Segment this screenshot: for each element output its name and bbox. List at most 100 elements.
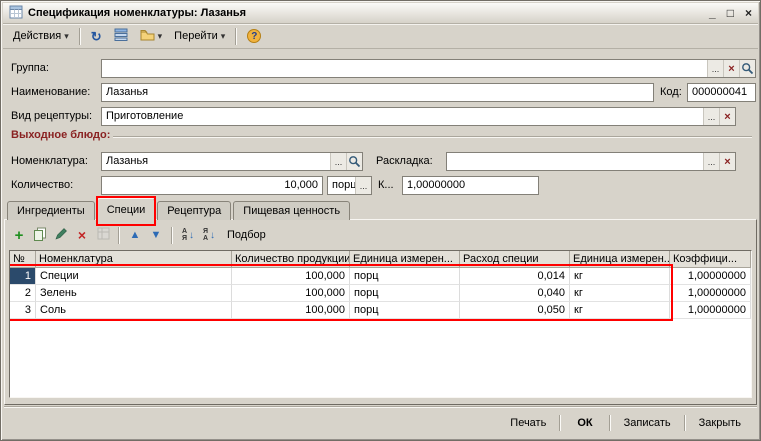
table-cell[interactable]: 1,00000000 [670, 268, 751, 285]
goto-button[interactable]: Перейти ▾ [168, 26, 231, 47]
column-header-nomenclature: Номенклатура [36, 251, 232, 268]
save-button[interactable]: Записать [613, 413, 682, 433]
group-field[interactable]: ... × [101, 59, 756, 78]
table-cell[interactable]: кг [570, 285, 670, 302]
table-cell[interactable]: 1,00000000 [670, 302, 751, 319]
footer-divider [4, 406, 757, 408]
tab-recipe[interactable]: Рецептура [157, 201, 231, 220]
close-button[interactable]: Закрыть [688, 413, 752, 433]
structure-button[interactable] [108, 26, 134, 47]
specification-window: Спецификация номенклатуры: Лазанья _ □ ×… [0, 0, 761, 441]
choose-button[interactable]: ... [330, 153, 346, 170]
table-cell[interactable]: Соль [36, 302, 232, 319]
reread-icon: ↻ [91, 30, 102, 43]
button-separator [684, 415, 686, 431]
sort-asc-button[interactable]: АЯ ↓ [178, 225, 198, 245]
table-cell[interactable]: кг [570, 302, 670, 319]
sort-desc-button[interactable]: ЯА ↓ [199, 225, 219, 245]
section-divider [113, 136, 752, 138]
coefficient-label: К... [378, 176, 394, 195]
structure-icon [114, 28, 128, 44]
recipe-type-field[interactable]: Приготовление ... × [101, 107, 736, 126]
delete-icon: × [78, 228, 86, 242]
table-cell[interactable]: 100,000 [232, 285, 350, 302]
nomenclature-field[interactable]: Лазанья ... [101, 152, 363, 171]
table-cell[interactable]: Зелень [36, 285, 232, 302]
copy-icon [33, 227, 47, 244]
tab-ingredients[interactable]: Ингредиенты [7, 201, 95, 220]
table-cell[interactable]: 0,040 [460, 285, 570, 302]
choose-button[interactable]: ... [355, 177, 371, 194]
table-cell[interactable]: 1,00000000 [670, 285, 751, 302]
code-label: Код: [660, 83, 682, 102]
add-row-button[interactable]: + [9, 225, 29, 245]
recipe-type-label: Вид рецептуры: [11, 107, 92, 126]
code-field[interactable]: 000000041 [687, 83, 756, 102]
table-cell[interactable]: кг [570, 268, 670, 285]
reread-button[interactable]: ↻ [85, 26, 108, 47]
clear-icon[interactable]: × [719, 153, 735, 170]
maximize-icon[interactable]: □ [727, 6, 734, 20]
sort-desc-icon: ЯА [203, 228, 208, 242]
output-dish-section-label: Выходное блюдо: [11, 129, 110, 141]
choose-button[interactable]: ... [703, 153, 719, 170]
open-form-button[interactable]: ▾ [134, 26, 169, 47]
minimize-icon[interactable]: _ [709, 6, 716, 20]
chevron-down-icon: ▾ [64, 31, 69, 42]
add-copy-button[interactable] [30, 225, 50, 245]
end-edit-button[interactable] [93, 225, 113, 245]
table-cell[interactable]: порц [350, 302, 460, 319]
table-cell[interactable]: Специи [36, 268, 232, 285]
table-cell[interactable]: 100,000 [232, 302, 350, 319]
choose-button[interactable]: ... [707, 60, 723, 77]
choose-button[interactable]: ... [703, 108, 719, 125]
clear-icon[interactable]: × [719, 108, 735, 125]
unit-field[interactable]: порц ... [327, 176, 372, 195]
podbor-button[interactable]: Подбор [220, 225, 273, 245]
help-button[interactable]: ? [241, 26, 267, 47]
grid-icon [97, 227, 110, 243]
table-cell[interactable]: 2 [10, 285, 36, 302]
quantity-field[interactable]: 10,000 [101, 176, 323, 195]
edit-row-button[interactable] [51, 225, 71, 245]
window-icon [9, 5, 23, 22]
tab-nutrition[interactable]: Пищевая ценность [233, 201, 350, 220]
print-button[interactable]: Печать [499, 413, 557, 433]
window-title: Спецификация номенклатуры: Лазанья [28, 7, 704, 19]
move-up-button[interactable]: ▲ [125, 225, 145, 245]
clear-icon[interactable]: × [723, 60, 739, 77]
table-cell[interactable]: порц [350, 268, 460, 285]
table-cell[interactable]: порц [350, 285, 460, 302]
arrow-up-icon: ▲ [130, 230, 141, 241]
pencil-icon [55, 227, 68, 243]
table-cell[interactable]: 1 [10, 268, 36, 285]
tab-strip: Ингредиенты Специи Рецептура Пищевая цен… [7, 198, 350, 220]
actions-button[interactable]: Действия ▾ [7, 26, 75, 47]
name-field[interactable]: Лазанья [101, 83, 654, 102]
move-down-button[interactable]: ▼ [146, 225, 166, 245]
layout-field[interactable]: ... × [446, 152, 736, 171]
table-cell[interactable]: 0,050 [460, 302, 570, 319]
table-cell[interactable]: 100,000 [232, 268, 350, 285]
layout-label: Раскладка: [376, 152, 433, 171]
close-icon[interactable]: × [745, 6, 752, 20]
toolbar-separator [171, 227, 173, 244]
coefficient-field[interactable]: 1,00000000 [402, 176, 539, 195]
chevron-down-icon: ▾ [221, 31, 226, 42]
toolbar-separator [235, 28, 237, 45]
delete-row-button[interactable]: × [72, 225, 92, 245]
spices-table: № Номенклатура Количество продукции Един… [9, 250, 752, 398]
table-cell[interactable]: 0,014 [460, 268, 570, 285]
folder-icon [140, 29, 155, 44]
magnifier-icon[interactable] [346, 153, 362, 170]
magnifier-icon[interactable] [739, 60, 755, 77]
table-cell[interactable]: 3 [10, 302, 36, 319]
ok-button[interactable]: ОК [563, 413, 606, 433]
column-header-qty: Количество продукции [232, 251, 350, 268]
chevron-down-icon: ▾ [158, 31, 163, 42]
tab-spices[interactable]: Специи [97, 198, 156, 222]
sort-asc-icon: АЯ [182, 228, 187, 242]
column-header-unit: Единица измерен... [350, 251, 460, 268]
add-icon: + [15, 228, 24, 243]
column-header-num: № [10, 251, 36, 268]
